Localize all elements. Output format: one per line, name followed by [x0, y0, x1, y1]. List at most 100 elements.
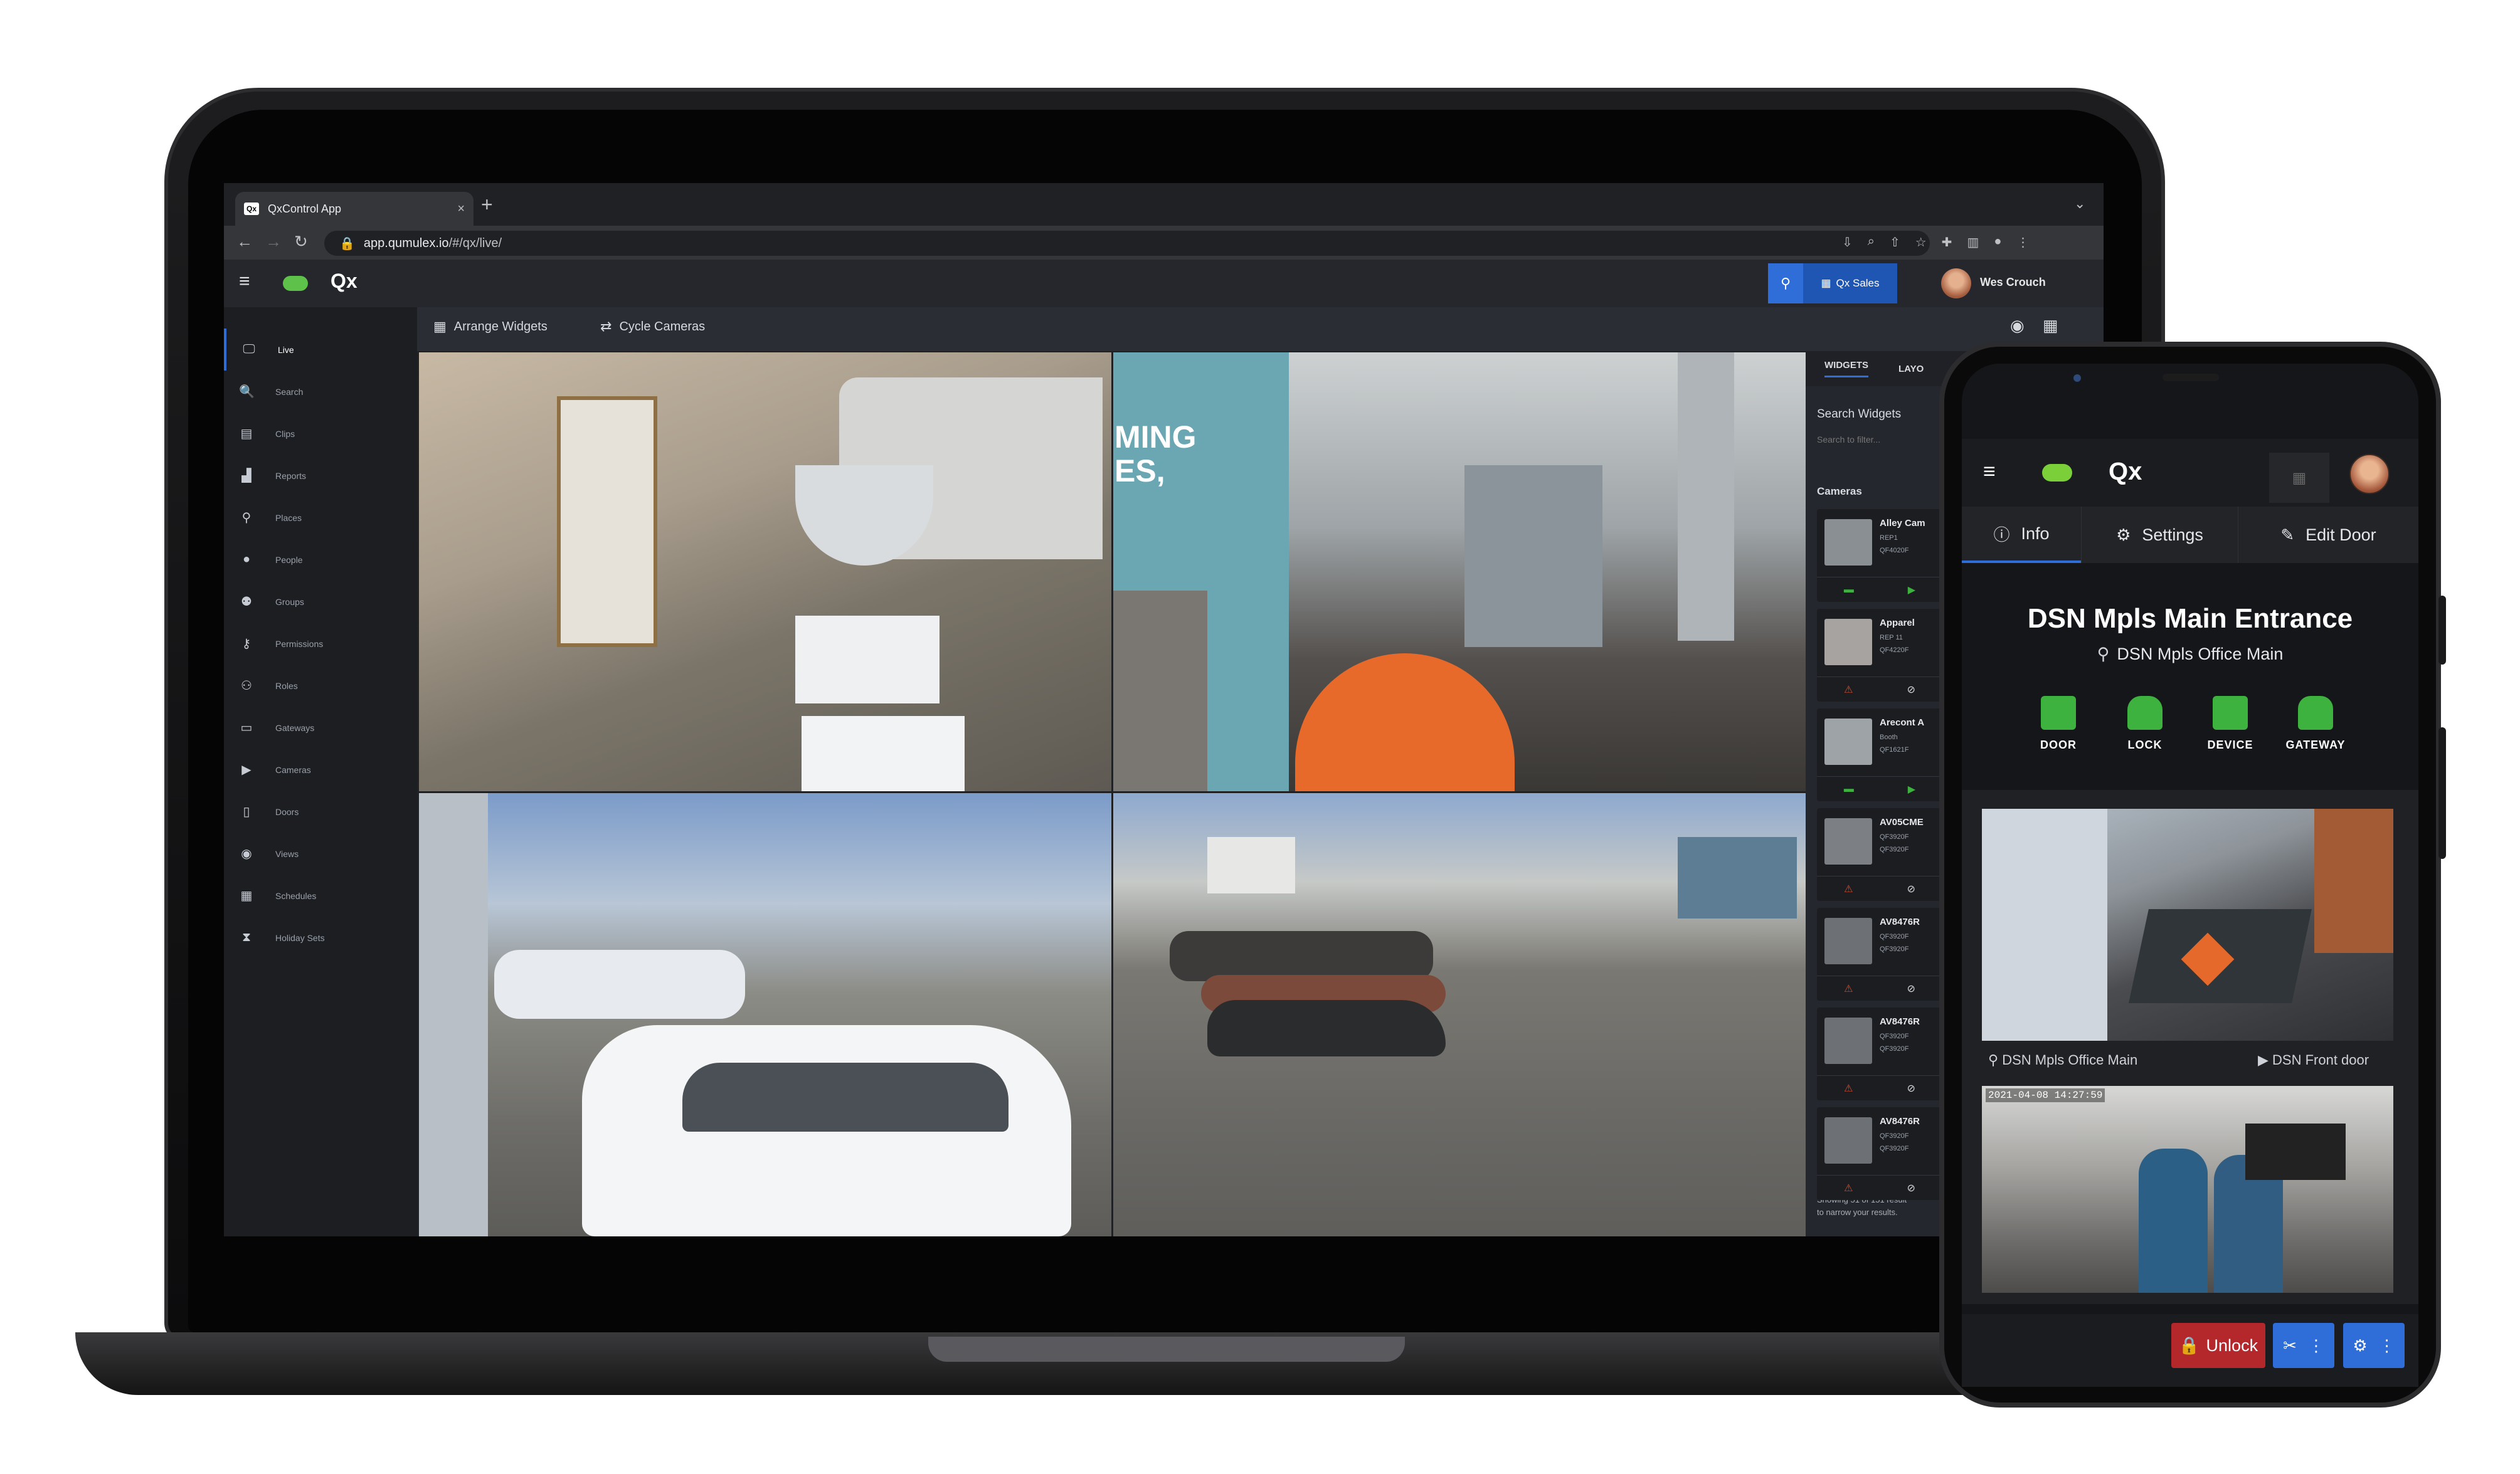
- tab-settings[interactable]: ⚙ Settings: [2081, 507, 2238, 563]
- user-avatar[interactable]: [1941, 268, 1971, 298]
- extensions-icon[interactable]: ✚: [1942, 234, 1952, 250]
- gateway-status[interactable]: GATEWAY: [2278, 696, 2353, 752]
- sidebar-item-views[interactable]: ◉ Views: [224, 833, 417, 875]
- roles-icon: ⚇: [241, 679, 252, 693]
- reload-icon[interactable]: ↻: [294, 232, 308, 251]
- camera-model: QF4020F: [1880, 547, 1909, 554]
- connection-offline-icon: ⚠: [1844, 1182, 1853, 1194]
- tab-widgets[interactable]: WIDGETS: [1824, 360, 1868, 377]
- cycle-cameras-label: Cycle Cameras: [619, 319, 706, 334]
- video-camera-icon: ▶: [2258, 1052, 2273, 1068]
- sidebar-item-groups[interactable]: ⚉ Groups: [224, 581, 417, 623]
- phone-user-avatar[interactable]: [2349, 454, 2390, 494]
- forward-icon[interactable]: →: [265, 232, 282, 251]
- camera-card[interactable]: Alley Cam REP1 QF4020F ▬ ▶: [1817, 509, 1942, 602]
- sidebar-item-people[interactable]: ● People: [224, 539, 417, 581]
- grid-layout-icon[interactable]: ▦: [2043, 316, 2058, 335]
- eye-icon[interactable]: ◉: [2010, 316, 2025, 335]
- calendar-icon: ▦: [240, 889, 253, 903]
- sidebar-item-cameras[interactable]: ▶ Cameras: [224, 749, 417, 791]
- map-pin-icon: ⚲: [1988, 1052, 2003, 1068]
- cycle-cameras-button[interactable]: ⇄ Cycle Cameras: [600, 318, 705, 335]
- camera-feed-parking-north[interactable]: [419, 793, 1111, 1236]
- camera-card[interactable]: Arecont A Booth QF1621F ▬ ▶: [1817, 708, 1942, 801]
- map-pin-icon: ⚲: [2097, 645, 2110, 663]
- tab-info[interactable]: ⓘ Info: [1962, 507, 2081, 563]
- camera-card[interactable]: AV8476R QF3920F QF3920F ⚠ ⊘: [1817, 908, 1942, 1001]
- glass-doors: [1982, 809, 2107, 1041]
- sidebar-item-holiday-sets[interactable]: ⧗ Holiday Sets: [224, 917, 417, 959]
- camera-card-status: ▬ ▶: [1817, 577, 1942, 602]
- sidebar-item-gateways[interactable]: ▭ Gateways: [224, 707, 417, 749]
- group-icon: ⚉: [241, 595, 252, 609]
- door-icon: ▯: [243, 805, 250, 819]
- back-icon[interactable]: ←: [236, 232, 253, 251]
- sidebar-item-permissions[interactable]: ⚷ Permissions: [224, 623, 417, 665]
- camera-card[interactable]: Apparel REP 11 QF4220F ⚠ ⊘: [1817, 609, 1942, 702]
- camera-name: Alley Cam: [1880, 518, 1925, 529]
- sidebar-item-live[interactable]: 🖵 Live: [224, 329, 417, 371]
- key-icon: ⚷: [241, 637, 251, 651]
- widget-search-input[interactable]: [1817, 431, 1955, 448]
- video-off-icon: ⊘: [1907, 883, 1915, 895]
- share-icon[interactable]: ⇧: [1890, 234, 1900, 250]
- device-status[interactable]: DEVICE: [2193, 696, 2268, 752]
- feed-timestamp: 2021-04-08 14:27:59: [1986, 1088, 2105, 1102]
- gateway-icon: [2298, 696, 2333, 730]
- phone-site-icon[interactable]: ▦: [2269, 453, 2329, 503]
- camera-card[interactable]: AV05CME QF3920F QF3920F ⚠ ⊘: [1817, 808, 1942, 901]
- camera-thumbnail: [1824, 619, 1872, 665]
- tab-search-chevron-icon[interactable]: ⌄: [2074, 196, 2085, 212]
- cycle-icon: ⇄: [600, 318, 612, 334]
- hamburger-menu-icon[interactable]: ≡: [239, 271, 250, 292]
- tools-menu-button[interactable]: ✂ ⋮: [2273, 1323, 2334, 1368]
- camera-thumbnail: [1824, 1018, 1872, 1064]
- sidebar-item-search[interactable]: 🔍 Search: [224, 371, 417, 413]
- sidebar-item-clips[interactable]: ▤ Clips: [224, 413, 417, 455]
- camera-thumbnail: [1824, 519, 1872, 566]
- tab-edit-door[interactable]: ✎ Edit Door: [2238, 507, 2418, 563]
- camera-card[interactable]: AV8476R QF3920F QF3920F ⚠ ⊘: [1817, 1107, 1942, 1200]
- tab-layouts[interactable]: LAYO: [1898, 364, 1924, 374]
- couch-arm: [1113, 591, 1207, 791]
- camera-feed-lobby[interactable]: MING ES,: [1113, 352, 1806, 791]
- zoom-icon[interactable]: ⌕: [1868, 234, 1875, 250]
- new-tab-button[interactable]: +: [481, 193, 493, 216]
- phone-camera-feed-office[interactable]: [1982, 1086, 2393, 1293]
- sidebar-item-schedules[interactable]: ▦ Schedules: [224, 875, 417, 917]
- camera-feed-parking-south[interactable]: [1113, 793, 1806, 1236]
- close-tab-icon[interactable]: ×: [457, 202, 465, 216]
- sidebar-item-reports[interactable]: ▟ Reports: [224, 455, 417, 497]
- arrange-widgets-button[interactable]: ▦ Arrange Widgets: [433, 318, 548, 335]
- sidebar-item-label: Roles: [275, 680, 298, 691]
- door-status[interactable]: DOOR: [2021, 696, 2096, 752]
- sidebar-item-doors[interactable]: ▯ Doors: [224, 791, 417, 833]
- eye-icon: ◉: [241, 847, 252, 861]
- sidebar-item-roles[interactable]: ⚇ Roles: [224, 665, 417, 707]
- site-selector-button[interactable]: ▦ Qx Sales: [1803, 263, 1897, 303]
- sidebar-item-places[interactable]: ⚲ Places: [224, 497, 417, 539]
- edit-icon: ✎: [2280, 525, 2295, 544]
- camera-feed-office[interactable]: [419, 352, 1111, 791]
- lock-status[interactable]: LOCK: [2107, 696, 2183, 752]
- location-pin-button[interactable]: ⚲: [1768, 263, 1803, 303]
- info-icon: ⓘ: [1993, 525, 2010, 544]
- snow-pile: [494, 950, 745, 1019]
- phone-hamburger-icon[interactable]: ≡: [1983, 460, 1996, 484]
- install-icon[interactable]: ⇩: [1842, 234, 1853, 250]
- hourglass-icon: ⧗: [241, 930, 251, 944]
- sidebar-item-label: Views: [275, 848, 299, 859]
- bookmark-star-icon[interactable]: ☆: [1915, 234, 1927, 250]
- marketing-composite: Qx QxControl App × + ⌄ ← → ↻ 🔒 app.qumul…: [0, 0, 2520, 1474]
- side-panel-icon[interactable]: ▥: [1967, 234, 1979, 250]
- unlock-button[interactable]: 🔒 Unlock: [2171, 1323, 2265, 1368]
- browser-menu-icon[interactable]: ⋮: [2016, 234, 2029, 250]
- settings-menu-button[interactable]: ⚙ ⋮: [2343, 1323, 2405, 1368]
- browser-tab[interactable]: Qx QxControl App ×: [235, 192, 474, 226]
- user-name[interactable]: Wes Crouch: [1980, 276, 2046, 289]
- phone-camera-feed-entrance[interactable]: [1982, 809, 2393, 1041]
- address-bar[interactable]: 🔒 app.qumulex.io/#/qx/live/: [324, 231, 1930, 256]
- camera-card[interactable]: AV8476R QF3920F QF3920F ⚠ ⊘: [1817, 1008, 1942, 1100]
- profile-avatar-icon[interactable]: ●: [1994, 234, 2001, 250]
- feed-caption-location: ⚲ DSN Mpls Office Main: [1988, 1052, 2137, 1068]
